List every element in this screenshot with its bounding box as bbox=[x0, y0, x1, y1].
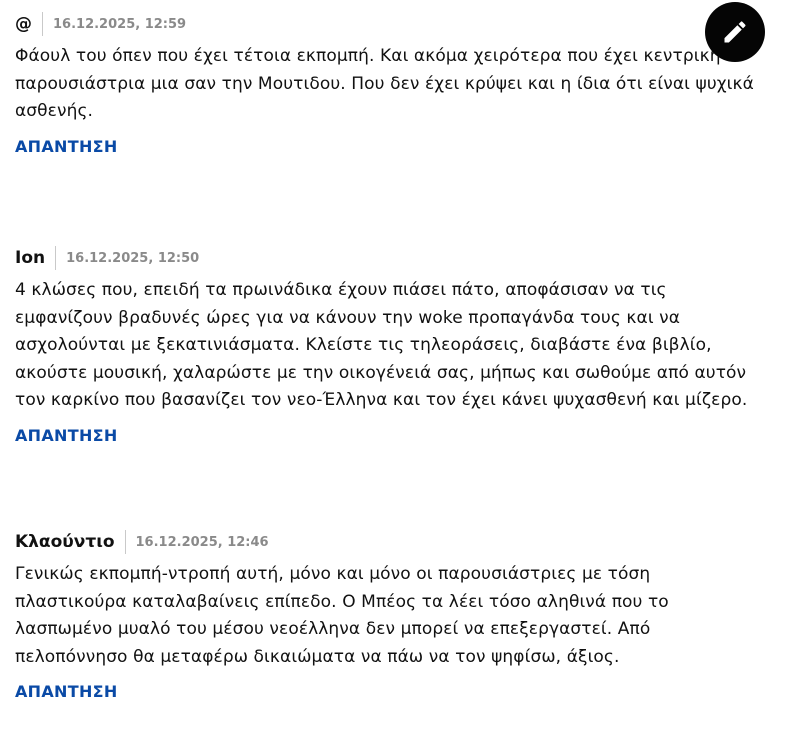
comment-meta: Κλαούντιο 16.12.2025, 12:46 bbox=[15, 529, 775, 555]
comment-author: Κλαούντιο bbox=[15, 532, 115, 552]
pencil-icon bbox=[724, 21, 746, 43]
comment-text: Φάουλ του όπεν που έχει τέτοια εκπομπή. … bbox=[15, 46, 754, 121]
meta-divider bbox=[124, 530, 126, 554]
comment-item: Κλαούντιο 16.12.2025, 12:46 Γενικώς εκπο… bbox=[15, 529, 775, 701]
comment-date: 16.12.2025, 12:59 bbox=[53, 16, 187, 32]
meta-divider bbox=[42, 12, 43, 36]
comment-item: Ion 16.12.2025, 12:50 4 κλώσες που, επει… bbox=[15, 245, 775, 445]
comment-text: Γενικώς εκπομπή-ντροπή αυτή, μόνο και μό… bbox=[15, 564, 669, 667]
reply-link[interactable]: ΑΠΑΝΤΗΣΗ bbox=[15, 426, 118, 445]
comment-item: @ 16.12.2025, 12:59 Φάουλ του όπεν που έ… bbox=[15, 11, 775, 156]
comment-author: Ion bbox=[15, 248, 46, 268]
reply-link[interactable]: ΑΠΑΝΤΗΣΗ bbox=[15, 682, 118, 701]
comment-author: @ bbox=[15, 14, 32, 34]
comment-date: 16.12.2025, 12:50 bbox=[66, 250, 200, 266]
reply-link[interactable]: ΑΠΑΝΤΗΣΗ bbox=[15, 137, 118, 156]
comment-meta: @ 16.12.2025, 12:59 bbox=[15, 11, 775, 37]
comment-text: 4 κλώσες που, επειδή τα πρωινάδικα έχουν… bbox=[15, 280, 748, 410]
comment-date: 16.12.2025, 12:46 bbox=[135, 534, 269, 550]
comment-meta: Ion 16.12.2025, 12:50 bbox=[15, 245, 775, 271]
compose-comment-button[interactable] bbox=[705, 2, 765, 62]
meta-divider bbox=[55, 246, 57, 270]
